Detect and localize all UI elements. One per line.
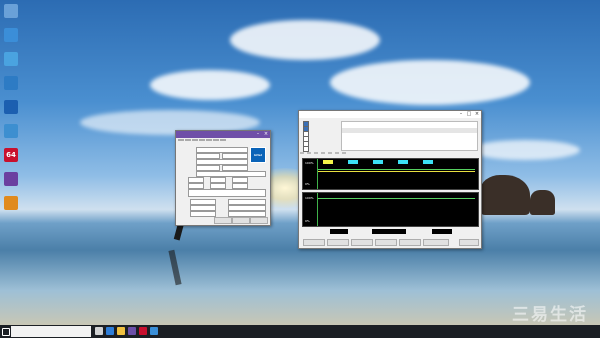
cpuz-titlebar[interactable]: – × <box>176 131 270 138</box>
edge-icon[interactable] <box>106 327 114 335</box>
cpuz-tabs <box>176 138 270 142</box>
benchmark-icon[interactable] <box>4 100 18 114</box>
stress-options <box>303 121 341 152</box>
task-view-icon[interactable] <box>95 327 103 335</box>
status-row <box>342 128 477 133</box>
close-button[interactable] <box>459 239 479 246</box>
tab-voltages[interactable] <box>314 152 318 154</box>
cloud <box>470 140 580 160</box>
legend-swatch <box>373 160 383 164</box>
tab-powers[interactable] <box>321 152 325 154</box>
status-table <box>341 121 478 151</box>
intel-logo-icon: intel <box>250 147 266 163</box>
tab-about[interactable] <box>220 139 226 141</box>
minimize-button[interactable]: – <box>254 131 262 138</box>
temperature-graph: 100% 0% <box>302 158 479 190</box>
tab-memory[interactable] <box>199 139 205 141</box>
app-taskbar-icon[interactable] <box>150 327 158 335</box>
minimize-button[interactable]: – <box>457 111 465 118</box>
tab-spd[interactable] <box>206 139 212 141</box>
file-explorer-icon[interactable] <box>117 327 125 335</box>
aida64-icon[interactable]: 64 <box>4 148 18 162</box>
legend-swatch <box>423 160 433 164</box>
bus-speed-field <box>190 211 216 217</box>
save-button[interactable] <box>375 239 397 246</box>
windows-start-icon[interactable] <box>2 328 10 336</box>
tab-temperatures[interactable] <box>300 152 304 154</box>
temperature-trace <box>317 171 475 172</box>
stability-titlebar[interactable]: – □ × <box>299 111 481 118</box>
cloud <box>230 20 380 60</box>
legend-swatch <box>398 160 408 164</box>
validate-button[interactable] <box>232 217 250 224</box>
app-icon[interactable] <box>4 172 18 186</box>
tab-caches[interactable] <box>185 139 191 141</box>
close-button[interactable]: × <box>473 111 481 118</box>
cloud <box>330 60 530 105</box>
start-button[interactable] <box>303 239 325 246</box>
cloud <box>150 70 270 100</box>
cpuz-window[interactable]: – × intel <box>175 130 271 226</box>
ok-button[interactable] <box>250 217 268 224</box>
tool-icon[interactable] <box>4 196 18 210</box>
search-box[interactable] <box>11 326 91 337</box>
tab-statistics[interactable] <box>342 152 346 154</box>
maximize-button[interactable]: □ <box>465 111 473 118</box>
cpu-usage-graph: 100% 0% <box>302 192 479 227</box>
stop-button[interactable] <box>327 239 349 246</box>
sea-rock <box>480 175 530 215</box>
sea-rock <box>530 190 555 215</box>
runner-reflection <box>168 249 182 286</box>
cpu-usage-trace <box>317 198 475 199</box>
monitor-icon[interactable] <box>4 124 18 138</box>
desktop-icon-column: 64 <box>2 4 20 220</box>
status-bar <box>302 229 477 235</box>
computer-icon[interactable] <box>4 28 18 42</box>
tab-cooling-fans[interactable] <box>307 152 311 154</box>
start-marker <box>317 193 318 226</box>
tab-graphics[interactable] <box>213 139 219 141</box>
recycle-bin-icon[interactable] <box>4 4 18 18</box>
taskbar <box>0 325 600 338</box>
tools-button[interactable] <box>214 217 232 224</box>
start-marker <box>317 159 318 189</box>
legend-swatch <box>323 160 333 164</box>
monitor-tabs <box>300 152 346 154</box>
aida64-taskbar-icon[interactable] <box>139 327 147 335</box>
watermark: 三易生活 <box>512 305 588 325</box>
tab-cpu[interactable] <box>178 139 184 141</box>
cpuz-taskbar-icon[interactable] <box>128 327 136 335</box>
clear-button[interactable] <box>351 239 373 246</box>
tab-mainboard[interactable] <box>192 139 198 141</box>
cpuid-button[interactable] <box>399 239 421 246</box>
legend-swatch <box>348 160 358 164</box>
temperature-trace <box>317 169 475 170</box>
specification-field <box>196 171 266 177</box>
stability-test-window[interactable]: – □ × 100% 0% 100% 0% <box>298 110 482 249</box>
instructions-field <box>188 189 266 197</box>
close-button[interactable]: × <box>262 131 270 138</box>
preferences-button[interactable] <box>423 239 449 246</box>
tab-unified[interactable] <box>335 152 339 154</box>
app-icon[interactable] <box>4 52 18 66</box>
tab-clocks[interactable] <box>328 152 332 154</box>
desktop: 64 – × intel – □ × 100% 0% 100% 0% 三易生活 <box>0 0 600 338</box>
network-icon[interactable] <box>4 76 18 90</box>
